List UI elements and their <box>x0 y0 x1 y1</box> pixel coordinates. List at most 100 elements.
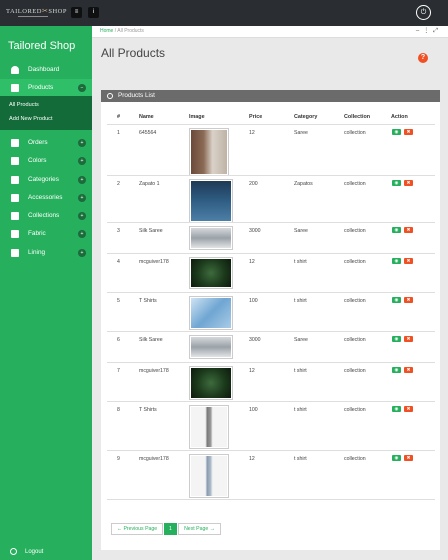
view-icon[interactable]: ◉ <box>392 367 401 373</box>
delete-icon[interactable]: ✖ <box>404 336 413 342</box>
view-icon[interactable]: ◉ <box>392 455 401 461</box>
sidebar-item-dashboard[interactable]: Dashboard <box>0 61 92 79</box>
delete-icon[interactable]: ✖ <box>404 227 413 233</box>
cell-collection: collection <box>344 130 366 136</box>
col-header-category: Category <box>294 114 318 120</box>
view-icon[interactable]: ◉ <box>392 406 401 412</box>
cell-collection: collection <box>344 259 366 265</box>
submenu-item-add-new-product[interactable]: Add New Product <box>9 116 53 122</box>
cell-price: 100 <box>249 407 258 413</box>
logo-underline <box>18 16 48 17</box>
table-row: 5 T Shirts 100 t shirt collection ◉ ✖ <box>101 294 440 332</box>
view-icon[interactable]: ◉ <box>392 129 401 135</box>
more-icon[interactable]: ⋮ <box>423 28 433 34</box>
sidebar-item-products[interactable]: Products − <box>0 79 92 97</box>
product-thumbnail <box>189 335 233 359</box>
row-divider <box>107 499 435 500</box>
sidebar-brand[interactable]: Tailored Shop <box>8 40 75 52</box>
sidebar-item-orders[interactable]: Orders + <box>0 134 92 152</box>
sidebar-item-label: Orders <box>28 139 48 146</box>
info-icon[interactable]: i <box>88 7 99 18</box>
expand-icon[interactable]: + <box>78 176 86 184</box>
power-icon[interactable]: ⏻ <box>416 5 431 20</box>
expand-icon[interactable]: + <box>78 157 86 165</box>
cell-num: 4 <box>117 259 120 265</box>
view-icon[interactable]: ◉ <box>392 336 401 342</box>
product-image <box>191 368 231 398</box>
cell-num: 3 <box>117 228 120 234</box>
cell-price: 3000 <box>249 337 261 343</box>
table-row: 4 mcguiver178 12 t shirt collection ◉ ✖ <box>101 255 440 293</box>
sidebar-item-label: Products <box>28 84 54 91</box>
panel-header: Products List <box>101 90 440 102</box>
product-thumbnail <box>189 128 229 176</box>
cell-collection: collection <box>344 181 366 187</box>
products-submenu: All Products Add New Product <box>0 96 92 130</box>
expand-icon[interactable]: + <box>78 249 86 257</box>
row-divider <box>107 292 435 293</box>
categories-icon <box>11 176 19 184</box>
expand-icon[interactable]: + <box>78 194 86 202</box>
next-page-button[interactable]: Next Page → <box>178 523 221 535</box>
breadcrumb-home[interactable]: Home <box>100 28 113 34</box>
product-thumbnail <box>189 179 233 223</box>
fullscreen-icon[interactable]: ⤢ <box>433 28 442 34</box>
cell-name: T Shirts <box>139 407 157 413</box>
toolbar-icons: –⋮⤢ <box>416 27 442 35</box>
col-header-name: Name <box>139 114 154 120</box>
breadcrumb-current: All Products <box>117 28 144 34</box>
col-header-num: # <box>117 114 120 120</box>
product-thumbnail <box>189 366 233 400</box>
sidebar-item-accessories[interactable]: Accessories + <box>0 189 92 207</box>
sidebar-item-fabric[interactable]: Fabric + <box>0 225 92 243</box>
col-header-image: Image <box>189 114 205 120</box>
sidebar-item-label: Categories <box>28 176 59 183</box>
orders-icon <box>11 139 19 147</box>
cell-collection: collection <box>344 337 366 343</box>
view-icon[interactable]: ◉ <box>392 258 401 264</box>
cell-price: 3000 <box>249 228 261 234</box>
hamburger-icon[interactable]: ≡ <box>71 7 82 18</box>
view-icon[interactable]: ◉ <box>392 297 401 303</box>
cell-price: 12 <box>249 130 255 136</box>
row-divider <box>107 450 435 451</box>
cell-name: mcguiver178 <box>139 456 169 462</box>
cell-name: mcguiver178 <box>139 259 169 265</box>
sidebar-item-colors[interactable]: Colors + <box>0 152 92 170</box>
delete-icon[interactable]: ✖ <box>404 129 413 135</box>
col-header-collection: Collection <box>344 114 371 120</box>
expand-icon[interactable]: + <box>78 230 86 238</box>
product-image <box>191 181 231 221</box>
sidebar-item-categories[interactable]: Categories + <box>0 171 92 189</box>
delete-icon[interactable]: ✖ <box>404 297 413 303</box>
logo-text-right: SHOP <box>48 8 67 15</box>
cell-price: 12 <box>249 456 255 462</box>
cell-collection: collection <box>344 456 366 462</box>
view-icon[interactable]: ◉ <box>392 227 401 233</box>
submenu-item-all-products[interactable]: All Products <box>9 102 39 108</box>
delete-icon[interactable]: ✖ <box>404 455 413 461</box>
delete-icon[interactable]: ✖ <box>404 180 413 186</box>
product-thumbnail <box>189 405 229 449</box>
help-icon[interactable]: ? <box>418 53 428 63</box>
cell-category: t shirt <box>294 456 307 462</box>
expand-icon[interactable]: + <box>78 139 86 147</box>
page-1-button[interactable]: 1 <box>164 523 177 535</box>
delete-icon[interactable]: ✖ <box>404 258 413 264</box>
shop-logo[interactable]: TAILORED✂SHOP <box>6 6 66 20</box>
view-icon[interactable]: ◉ <box>392 180 401 186</box>
expand-icon[interactable]: + <box>78 212 86 220</box>
cell-price: 100 <box>249 298 258 304</box>
prev-page-button[interactable]: ← Previous Page <box>111 523 163 535</box>
header-divider <box>107 124 435 125</box>
delete-icon[interactable]: ✖ <box>404 367 413 373</box>
delete-icon[interactable]: ✖ <box>404 406 413 412</box>
sidebar-item-collections[interactable]: Collections + <box>0 207 92 225</box>
table-row: 7 mcguiver178 12 t shirt collection ◉ ✖ <box>101 364 440 402</box>
row-divider <box>107 253 435 254</box>
logout-link[interactable]: Logout <box>0 544 92 560</box>
sidebar-item-label: Dashboard <box>28 66 60 73</box>
expand-icon[interactable]: − <box>78 84 86 92</box>
sidebar-item-lining[interactable]: Lining + <box>0 244 92 262</box>
products-icon <box>11 84 19 92</box>
